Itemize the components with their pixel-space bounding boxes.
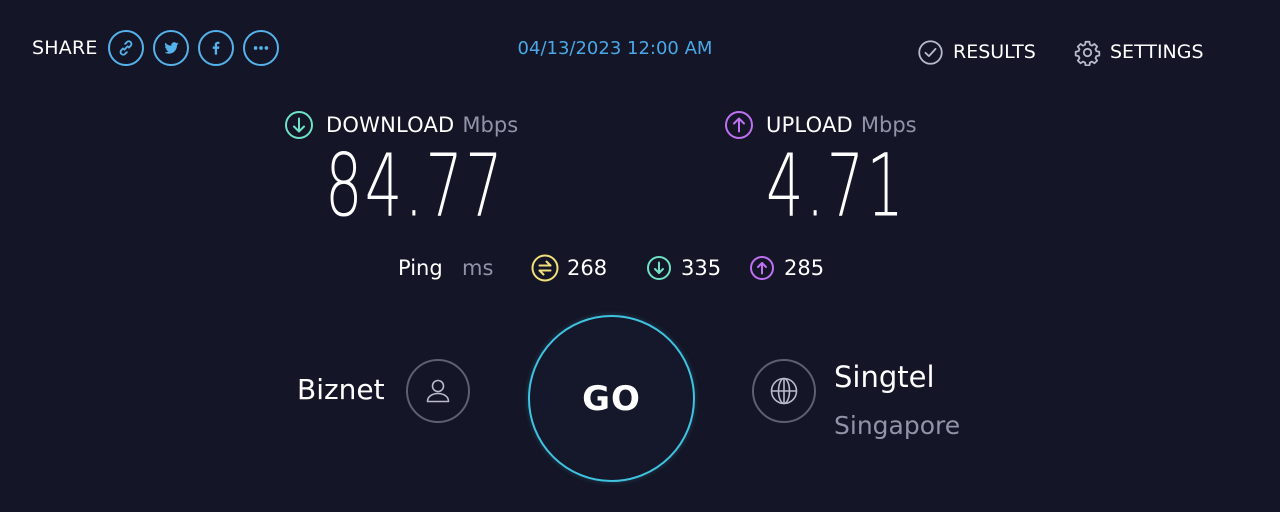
provider-button[interactable]	[406, 359, 470, 423]
download-speed-value: 84.77	[325, 136, 505, 237]
ping-upload: 285	[748, 253, 824, 283]
ping-unit: ms	[462, 256, 494, 280]
download-title: DOWNLOAD	[326, 113, 455, 137]
upload-speed-value: 4.71	[766, 136, 907, 237]
ping-download: 335	[645, 253, 721, 283]
server-button[interactable]	[752, 359, 816, 423]
upload-latency-icon	[750, 256, 774, 280]
results-label: RESULTS	[953, 41, 1036, 63]
globe-icon	[770, 377, 798, 405]
download-header: DOWNLOAD Mbps	[284, 110, 518, 140]
upload-title: UPLOAD	[766, 113, 853, 137]
gear-icon	[1074, 40, 1101, 66]
server-name[interactable]: Singtel	[834, 360, 935, 394]
ping-label: Ping	[398, 256, 443, 280]
provider-name: Biznet	[297, 373, 385, 406]
results-link[interactable]: RESULTS	[917, 37, 1036, 67]
download-unit: Mbps	[462, 113, 519, 137]
download-latency-icon	[647, 256, 671, 280]
go-label: GO	[582, 378, 641, 419]
upload-unit: Mbps	[860, 113, 917, 137]
settings-link[interactable]: SETTINGS	[1074, 37, 1204, 67]
user-icon	[426, 379, 450, 403]
ping-download-value: 335	[681, 256, 722, 280]
go-button[interactable]: GO	[528, 315, 695, 482]
idle-latency-icon	[531, 254, 559, 282]
checkmark-circle-icon	[918, 39, 943, 65]
upload-header: UPLOAD Mbps	[724, 110, 917, 140]
server-location: Singapore	[834, 411, 961, 440]
upload-arrow-icon	[725, 111, 753, 139]
download-arrow-icon	[285, 111, 313, 139]
ping-idle: 268	[531, 253, 607, 283]
ping-idle-value: 268	[567, 256, 608, 280]
settings-label: SETTINGS	[1110, 41, 1204, 63]
ping-upload-value: 285	[784, 256, 825, 280]
